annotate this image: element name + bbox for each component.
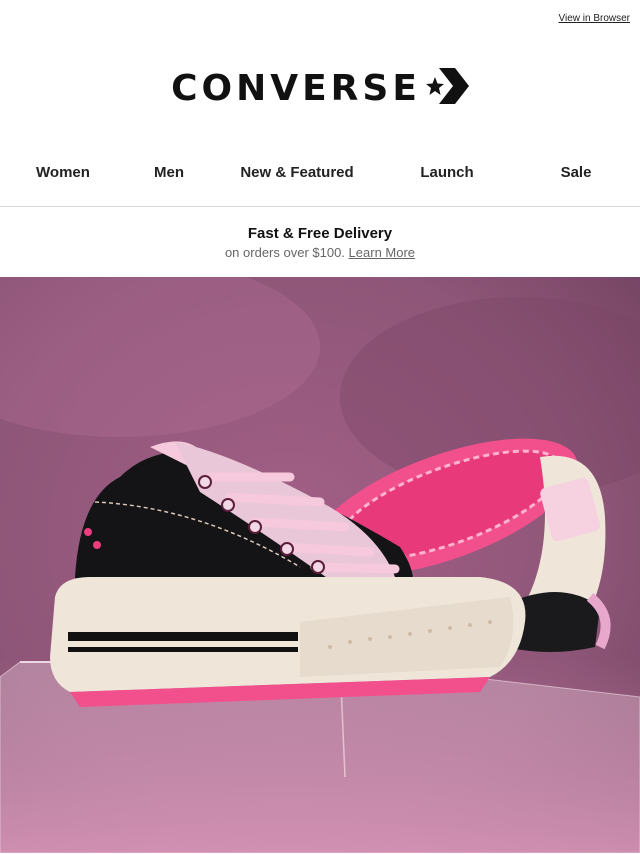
logo-area: CONVERSE xyxy=(0,38,640,138)
delivery-promo: Fast & Free Delivery on orders over $100… xyxy=(0,207,640,277)
sneaker-image xyxy=(0,277,640,853)
promo-subtitle-text: on orders over $100. xyxy=(224,244,345,260)
top-bar: View in Browser xyxy=(0,0,640,38)
view-in-browser-link[interactable]: View in Browser xyxy=(558,13,630,24)
nav-new-featured[interactable]: New & Featured xyxy=(212,164,382,181)
logo-wordmark: CONVERSE xyxy=(171,67,421,109)
star-chevron-icon xyxy=(425,67,469,109)
nav-men[interactable]: Men xyxy=(126,164,212,181)
promo-title: Fast & Free Delivery xyxy=(247,224,393,242)
nav-women[interactable]: Women xyxy=(0,164,126,181)
promo-subtitle: on orders over $100. Learn More xyxy=(225,245,415,260)
nav-sale[interactable]: Sale xyxy=(512,164,640,181)
nav-launch[interactable]: Launch xyxy=(382,164,512,181)
main-nav: Women Men New & Featured Launch Sale xyxy=(0,138,640,207)
converse-logo[interactable]: CONVERSE xyxy=(171,67,469,109)
hero-banner[interactable] xyxy=(0,277,640,853)
learn-more-link[interactable]: Learn More xyxy=(349,245,415,260)
